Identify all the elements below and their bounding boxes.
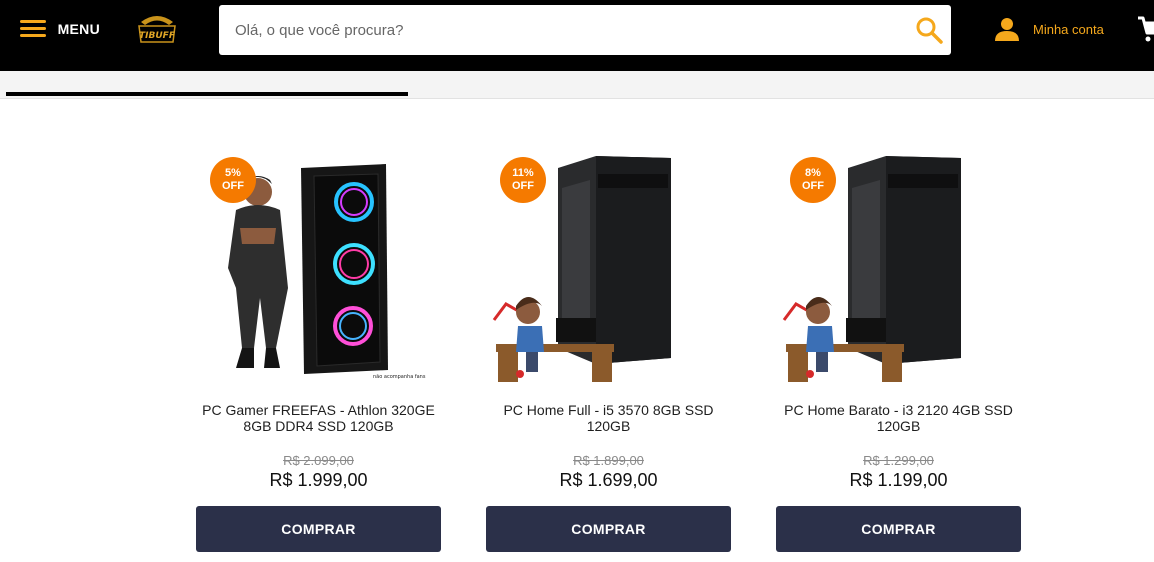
search-icon[interactable] (915, 16, 943, 44)
hamburger-icon (20, 19, 46, 39)
product-card: não acompanha fans 5% OFF PC Gamer FREEF… (196, 148, 441, 552)
discount-label: OFF (512, 180, 534, 192)
old-price: R$ 1.299,00 (863, 453, 934, 468)
discount-label: OFF (802, 180, 824, 192)
discount-percent: 11% (512, 167, 534, 179)
discount-badge: 5% OFF (210, 157, 256, 203)
buy-button[interactable]: COMPRAR (486, 506, 731, 552)
search-bar (219, 5, 951, 55)
product-card: 11% OFF PC Home Full - i5 3570 8GB SSD 1… (486, 148, 731, 552)
menu-label: MENU (57, 21, 100, 37)
discount-percent: 5% (225, 167, 241, 179)
account-label: Minha conta (1033, 21, 1104, 37)
old-price: R$ 2.099,00 (283, 453, 354, 468)
product-name[interactable]: PC Home Barato - i3 2120 4GB SSD 120GB (776, 402, 1021, 434)
product-name[interactable]: PC Gamer FREEFAS - Athlon 320GE 8GB DDR4… (196, 402, 441, 434)
price: R$ 1.699,00 (559, 470, 658, 490)
active-tab-indicator (6, 92, 408, 96)
image-note: não acompanha fans (373, 374, 426, 380)
cart-icon[interactable] (1136, 15, 1154, 43)
product-card: 8% OFF PC Home Barato - i3 2120 4GB SSD … (776, 148, 1021, 552)
buy-button[interactable]: COMPRAR (776, 506, 1021, 552)
discount-badge: 8% OFF (790, 157, 836, 203)
product-name[interactable]: PC Home Full - i5 3570 8GB SSD 120GB (486, 402, 731, 434)
old-price: R$ 1.899,00 (573, 453, 644, 468)
buy-button[interactable]: COMPRAR (196, 506, 441, 552)
price: R$ 1.999,00 (269, 470, 368, 490)
discount-percent: 8% (805, 167, 821, 179)
tibuff-logo[interactable]: TIBUFF (133, 12, 181, 48)
account-link[interactable]: Minha conta (994, 16, 1104, 42)
search-input[interactable] (219, 5, 899, 55)
discount-label: OFF (222, 180, 244, 192)
price: R$ 1.199,00 (849, 470, 948, 490)
user-icon (995, 18, 1019, 41)
top-header: MENU TIBUFF Minha conta (0, 0, 1154, 71)
discount-badge: 11% OFF (500, 157, 546, 203)
menu-button[interactable]: MENU (20, 17, 100, 41)
category-tabs (0, 71, 1154, 99)
svg-text:TIBUFF: TIBUFF (139, 31, 176, 41)
